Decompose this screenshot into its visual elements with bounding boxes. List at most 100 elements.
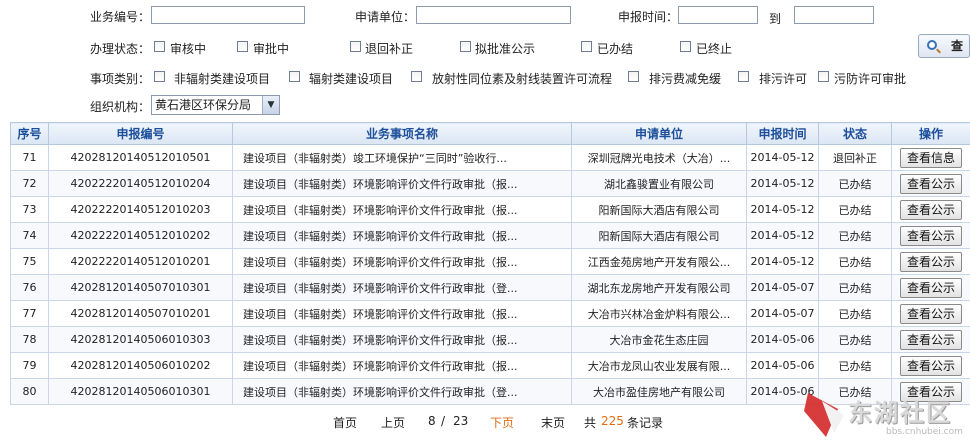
type-option-label: 排污费减免缓 (649, 72, 722, 86)
results-table: 序号 申报编号 业务事项名称 申请单位 申报时间 状态 操作 71 4202812… (10, 122, 970, 405)
cell-date: 2014-05-12 (746, 248, 819, 275)
table-row: 76 420281201405070103​01 建设项目（非辐射类）环境影响评价文… (10, 274, 970, 301)
cell-action: 查看公示 (891, 196, 970, 223)
applicant-input[interactable] (416, 6, 571, 24)
status-label: 办理状态： (90, 42, 151, 56)
cell-no: 72 (10, 170, 49, 197)
cell-no: 79 (10, 352, 49, 379)
view-button[interactable]: 查看信息 (899, 147, 962, 168)
cell-no: 76 (10, 274, 49, 301)
status-checkbox-reviewing[interactable] (154, 41, 165, 52)
type-option-label: 排污许可 (759, 72, 808, 86)
cell-date: 2014-05-12 (746, 144, 819, 171)
date-to-input[interactable] (794, 6, 874, 24)
cell-no: 78 (10, 326, 49, 353)
view-button[interactable]: 查看公示 (899, 303, 962, 324)
table-row: 71 4202812014051201050​1 建设项目（非辐射类）竣工环境保护“… (10, 144, 970, 171)
cell-name: 建设项目（非辐射类）环境影响评价文件行政审批（登... (232, 274, 572, 301)
cell-unit: 阳新国际大酒店有限公司 (571, 196, 747, 223)
view-button[interactable]: 查看公示 (899, 329, 962, 350)
search-icon (927, 40, 937, 50)
cell-action: 查看公示 (891, 222, 970, 249)
type-checkbox-discharge-permit[interactable] (738, 71, 749, 82)
cell-no: 77 (10, 300, 49, 327)
cell-date: 2014-05-06 (746, 326, 819, 353)
status-option-label: 拟批准公示 (475, 42, 536, 56)
pager-last-link[interactable]: 末页 (541, 414, 565, 431)
business-no-label: 业务编号： (90, 10, 151, 24)
cell-code: 420222201405120102​04 (48, 170, 233, 197)
cell-code: 420281201405060103​01 (48, 378, 233, 405)
cell-action: 查看信息 (891, 144, 970, 171)
cell-date: 2014-05-07 (746, 300, 819, 327)
business-no-input[interactable] (151, 6, 305, 24)
status-checkbox-publicity[interactable] (460, 41, 471, 52)
cell-no: 80 (10, 378, 49, 405)
status-option-label: 已办结 (597, 42, 634, 56)
pager-separator: / (441, 414, 446, 428)
view-button[interactable]: 查看公示 (899, 277, 962, 298)
cell-date: 2014-05-07 (746, 274, 819, 301)
date-label: 申报时间： (618, 10, 679, 24)
pager-total-pages: 23 (453, 414, 469, 428)
watermark-url: bbs.cnhubei.com (886, 427, 963, 437)
view-button[interactable]: 查看公示 (899, 355, 962, 376)
date-from-input[interactable] (678, 6, 758, 24)
org-select-value: 黄石港区环保分局 (155, 98, 252, 112)
status-option-label: 已终止 (696, 42, 733, 56)
col-header-action: 操作 (891, 122, 970, 145)
date-to-label: 到 (769, 12, 782, 26)
type-checkbox-isotope[interactable] (411, 71, 422, 82)
type-checkbox-pollution-permit[interactable] (818, 71, 829, 82)
type-label: 事项类别： (90, 72, 151, 86)
view-button[interactable]: 查看公示 (899, 199, 962, 220)
status-checkbox-returned[interactable] (350, 41, 361, 52)
status-checkbox-terminated[interactable] (680, 41, 691, 52)
cell-code: 420281201405070103​01 (48, 274, 233, 301)
cell-unit: 大冶市盈佳房地产有限公司 (571, 378, 747, 405)
watermark-logo: 东湖社区 bbs.cnhubei.com (800, 387, 970, 445)
type-option-label: 放射性同位素及射线装置许可流程 (432, 72, 613, 86)
cell-action: 查看公示 (891, 352, 970, 379)
table-row: 75 420222201405120102​01 建设项目（非辐射类）环境影响评价文… (10, 248, 970, 275)
applicant-label: 申请单位： (355, 10, 416, 24)
table-row: 77 420281201405070102​01 建设项目（非辐射类）环境影响评价文… (10, 300, 970, 327)
cell-name: 建设项目（非辐射类）环境影响评价文件行政审批（报... (232, 248, 572, 275)
cell-action: 查看公示 (891, 274, 970, 301)
pager-first-link[interactable]: 首页 (333, 414, 357, 431)
status-checkbox-approving[interactable] (237, 41, 248, 52)
pager-current-page: 8 (428, 414, 436, 428)
status-checkbox-completed[interactable] (581, 41, 592, 52)
cell-name: 建设项目（非辐射类）环境影响评价文件行政审批（报... (232, 196, 572, 223)
watermark-text: 东湖社区 (848, 399, 952, 427)
cell-code: 420222201405120102​01 (48, 248, 233, 275)
type-checkbox-radiation[interactable] (289, 71, 300, 82)
table-row: 79 420281201405060102​02 建设项目（非辐射类）环境影响评价文… (10, 352, 970, 379)
pager-next-link[interactable]: 下页 (490, 414, 514, 431)
cell-no: 74 (10, 222, 49, 249)
cell-action: 查看公示 (891, 248, 970, 275)
cell-status: 已办结 (818, 326, 892, 353)
col-header-code: 申报编号 (48, 122, 233, 145)
cell-unit: 大冶市兴林冶金炉料有限公... (571, 300, 747, 327)
pager-prev-link[interactable]: 上页 (381, 414, 405, 431)
view-button[interactable]: 查看公示 (899, 225, 962, 246)
cell-code: 4202812014051201050​1 (48, 144, 233, 171)
query-button[interactable]: 查 (918, 34, 970, 58)
cell-name: 建设项目（非辐射类）环境影响评价文件行政审批（报... (232, 352, 572, 379)
cell-name: 建设项目（非辐射类）环境影响评价文件行政审批（登... (232, 378, 572, 405)
cell-unit: 大冶市金花生态庄园 (571, 326, 747, 353)
org-select[interactable]: 黄石港区环保分局 ▼ (151, 95, 280, 115)
query-button-label: 查 (950, 39, 963, 53)
table-row: 74 420222201405120102​02 建设项目（非辐射类）环境影响评价文… (10, 222, 970, 249)
view-button[interactable]: 查看公示 (899, 251, 962, 272)
table-row: 73 420222201405120102​03 建设项目（非辐射类）环境影响评价文… (10, 196, 970, 223)
cell-unit: 湖北东龙房地产开发有限公司 (571, 274, 747, 301)
type-checkbox-fee-relief[interactable] (628, 71, 639, 82)
view-button[interactable]: 查看公示 (899, 173, 962, 194)
cell-name: 建设项目（非辐射类）环境影响评价文件行政审批（报... (232, 326, 572, 353)
pager-total-prefix: 共 (584, 416, 597, 430)
cell-status: 已办结 (818, 352, 892, 379)
type-checkbox-non-radiation[interactable] (154, 71, 165, 82)
col-header-no: 序号 (10, 122, 49, 145)
